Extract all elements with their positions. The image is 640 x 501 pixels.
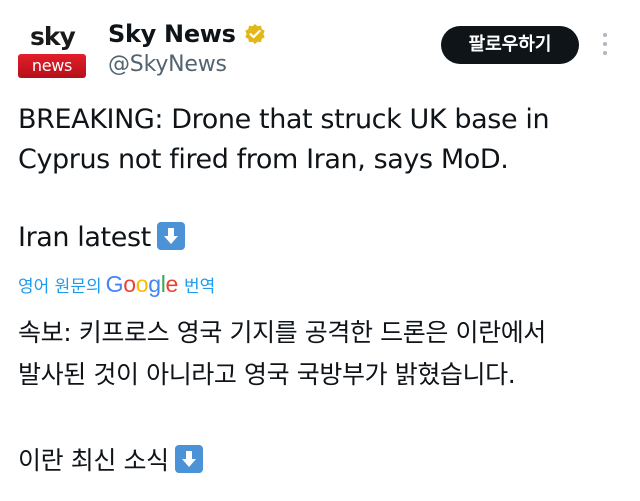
translated-text-line-3: 이란 최신 소식 [18, 441, 203, 481]
verified-badge-icon[interactable] [244, 23, 266, 45]
down-arrow-icon [174, 445, 203, 473]
follow-button[interactable]: 팔로우하기 [441, 26, 579, 64]
translated-text-line-2: 발사된 것이 아니라고 영국 국방부가 밝혔습니다. [18, 360, 516, 389]
tweet-text-line-1: BREAKING: Drone that struck UK base in [18, 104, 550, 135]
name-row: Sky News [108, 20, 266, 48]
avatar-news-text: news [18, 54, 86, 78]
translated-text-line-1: 속보: 키프로스 영국 기지를 공격한 드론은 이란에서 [18, 318, 546, 347]
down-arrow-icon [156, 222, 185, 250]
translation-attribution[interactable]: 영어 원문의 Google 번역 [18, 271, 215, 298]
translation-prefix: 영어 원문의 [18, 277, 102, 297]
tweet-text-line-3: Iran latest [18, 218, 185, 258]
translation-suffix: 번역 [184, 277, 216, 297]
avatar-sky-text: sky [30, 22, 76, 51]
avatar[interactable]: sky news [18, 22, 86, 84]
tweet-card: sky news Sky News @SkyNews 팔로우하기 BREAKIN… [0, 0, 640, 501]
iran-latest-text: Iran latest [18, 222, 151, 253]
tweet-text-line-2: Cyprus not fired from Iran, says MoD. [18, 144, 509, 175]
translated-latest-text: 이란 최신 소식 [18, 446, 169, 475]
more-options-icon[interactable] [598, 33, 612, 57]
google-logo: Google [105, 271, 179, 297]
display-name[interactable]: Sky News [108, 20, 236, 48]
user-handle[interactable]: @SkyNews [108, 52, 227, 77]
